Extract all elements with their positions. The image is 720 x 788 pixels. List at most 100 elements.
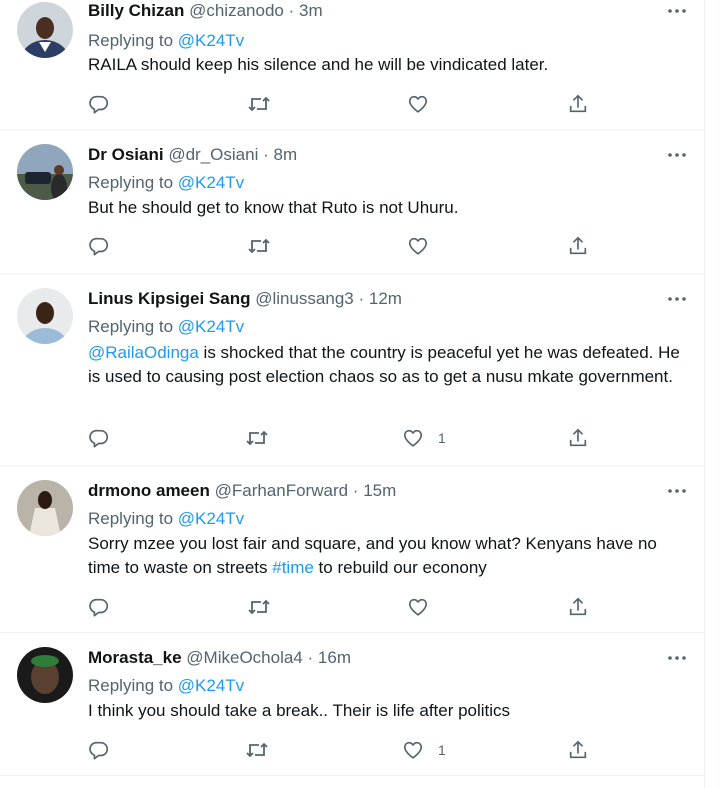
avatar[interactable] <box>17 480 73 536</box>
reply-target-link[interactable]: @K24Tv <box>178 676 244 695</box>
reply-icon <box>89 429 109 448</box>
replying-label: Replying to <box>88 676 174 695</box>
tweet-time[interactable]: 8m <box>273 145 297 164</box>
more-icon[interactable] <box>665 288 689 310</box>
tweet-time[interactable]: 16m <box>318 648 351 667</box>
author-name[interactable]: Dr Osiani <box>88 145 164 164</box>
like-count: 1 <box>438 430 446 446</box>
reply-button[interactable] <box>88 426 110 450</box>
more-icon[interactable] <box>665 144 689 166</box>
share-button[interactable] <box>567 426 589 450</box>
retweet-button[interactable] <box>245 738 269 762</box>
replying-to: Replying to @K24Tv <box>88 508 244 530</box>
tweet[interactable]: drmono ameen @FarhanForward · 15m Replyi… <box>0 466 705 633</box>
reply-target-link[interactable]: @K24Tv <box>178 173 244 192</box>
heart-icon <box>408 237 428 255</box>
author-name[interactable]: drmono ameen <box>88 481 210 500</box>
share-icon <box>569 94 587 113</box>
avatar[interactable] <box>17 144 73 200</box>
reply-icon <box>89 237 109 256</box>
tweet-text: But he should get to know that Ruto is n… <box>88 196 688 220</box>
author-name[interactable]: Billy Chizan <box>88 1 184 20</box>
tweet-actions <box>88 92 608 116</box>
share-button[interactable] <box>567 234 589 258</box>
author-handle[interactable]: @chizanodo <box>189 1 284 20</box>
tweet-header: Morasta_ke @MikeOchola4 · 16m <box>88 647 351 669</box>
tweet-actions: 1 <box>88 738 608 762</box>
like-count: 1 <box>438 742 446 758</box>
tweet-actions <box>88 234 608 258</box>
replying-label: Replying to <box>88 509 174 528</box>
reply-target-link[interactable]: @K24Tv <box>178 317 244 336</box>
author-handle[interactable]: @FarhanForward <box>215 481 348 500</box>
replying-to: Replying to @K24Tv <box>88 675 244 697</box>
reply-icon <box>89 598 109 617</box>
author-name[interactable]: Morasta_ke <box>88 648 182 667</box>
tweet-time[interactable]: 3m <box>299 1 323 20</box>
heart-icon <box>403 429 423 447</box>
like-button[interactable] <box>407 92 443 116</box>
more-icon[interactable] <box>665 647 689 669</box>
separator-dot: · <box>263 145 269 164</box>
hashtag-link[interactable]: #time <box>272 558 314 577</box>
tweet-text-content: But he should get to know that Ruto is n… <box>88 198 459 217</box>
tweet-header: Billy Chizan @chizanodo · 3m <box>88 0 323 22</box>
author-handle[interactable]: @MikeOchola4 <box>186 648 302 667</box>
author-handle[interactable]: @dr_Osiani <box>168 145 258 164</box>
tweet-text-content: RAILA should keep his silence and he wil… <box>88 55 549 74</box>
reply-button[interactable] <box>88 234 110 258</box>
mention-link[interactable]: @RailaOdinga <box>88 343 199 362</box>
reply-button[interactable] <box>88 595 110 619</box>
like-button[interactable] <box>407 595 443 619</box>
tweet-text: Sorry mzee you lost fair and square, and… <box>88 532 688 580</box>
reply-icon <box>89 741 109 760</box>
reply-target-link[interactable]: @K24Tv <box>178 509 244 528</box>
tweet-header: Dr Osiani @dr_Osiani · 8m <box>88 144 297 166</box>
replying-to: Replying to @K24Tv <box>88 172 244 194</box>
tweet-actions: 1 <box>88 426 608 450</box>
tweet-text: I think you should take a break.. Their … <box>88 699 688 723</box>
replying-to: Replying to @K24Tv <box>88 30 244 52</box>
share-button[interactable] <box>567 92 589 116</box>
retweet-button[interactable] <box>247 234 271 258</box>
more-icon[interactable] <box>665 0 689 22</box>
share-icon <box>569 740 587 759</box>
avatar[interactable] <box>17 647 73 703</box>
avatar[interactable] <box>17 2 73 58</box>
tweet[interactable]: Billy Chizan @chizanodo · 3m Replying to… <box>0 0 705 130</box>
retweet-icon <box>248 96 270 112</box>
reply-feed: Billy Chizan @chizanodo · 3m Replying to… <box>0 0 705 788</box>
share-icon <box>569 236 587 255</box>
tweet-header: drmono ameen @FarhanForward · 15m <box>88 480 396 502</box>
replying-label: Replying to <box>88 317 174 336</box>
share-button[interactable] <box>567 595 589 619</box>
retweet-button[interactable] <box>245 426 269 450</box>
share-button[interactable] <box>567 738 589 762</box>
retweet-button[interactable] <box>247 595 271 619</box>
like-button[interactable] <box>407 234 443 258</box>
avatar[interactable] <box>17 288 73 344</box>
reply-button[interactable] <box>88 738 110 762</box>
reply-button[interactable] <box>88 92 110 116</box>
replying-label: Replying to <box>88 31 174 50</box>
retweet-icon <box>246 742 268 758</box>
replying-label: Replying to <box>88 173 174 192</box>
tweet-text: @RailaOdinga is shocked that the country… <box>88 341 688 389</box>
retweet-icon <box>246 430 268 446</box>
retweet-button[interactable] <box>247 92 271 116</box>
share-icon <box>569 597 587 616</box>
reply-icon <box>89 95 109 114</box>
tweet-header: Linus Kipsigei Sang @linussang3 · 12m <box>88 288 402 310</box>
separator-dot: · <box>307 648 314 667</box>
tweet[interactable]: Linus Kipsigei Sang @linussang3 · 12m Re… <box>0 274 705 466</box>
tweet[interactable]: Morasta_ke @MikeOchola4 · 16m Replying t… <box>0 633 705 776</box>
author-name[interactable]: Linus Kipsigei Sang <box>88 289 250 308</box>
more-icon[interactable] <box>665 480 689 502</box>
reply-target-link[interactable]: @K24Tv <box>178 31 244 50</box>
like-button[interactable]: 1 <box>402 426 446 450</box>
tweet-time[interactable]: 12m <box>369 289 402 308</box>
like-button[interactable]: 1 <box>402 738 446 762</box>
author-handle[interactable]: @linussang3 <box>255 289 354 308</box>
tweet-time[interactable]: 15m <box>363 481 396 500</box>
tweet[interactable]: Dr Osiani @dr_Osiani · 8m Replying to @K… <box>0 130 705 274</box>
